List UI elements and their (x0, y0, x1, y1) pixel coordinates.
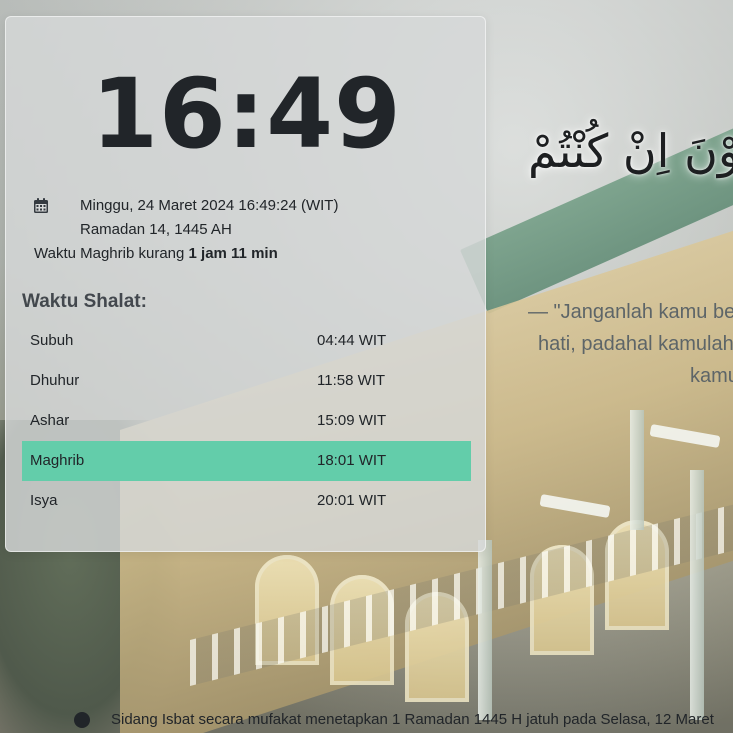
translation-line: hati, padahal kamulah (538, 333, 733, 355)
prayer-row-subuh: Subuh 04:44 WIT (22, 321, 471, 361)
prayer-time: 20:01 WIT (317, 492, 387, 509)
background-pillar (478, 540, 492, 720)
hijri-date: Ramadan 14, 1445 AH (80, 221, 232, 238)
countdown-prefix: Waktu Maghrib kurang (34, 245, 189, 262)
prayer-time: 11:58 WIT (317, 372, 386, 389)
background-pillar (630, 410, 644, 530)
translation-line: kamu (690, 365, 733, 387)
prayer-row-isya: Isya 20:01 WIT (22, 481, 471, 521)
prayer-time: 18:01 WIT (317, 452, 387, 469)
background-pillar (690, 470, 704, 720)
ticker-text: Sidang Isbat secara mufakat menetapkan 1… (111, 711, 714, 728)
prayer-row-ashar: Ashar 15:09 WIT (22, 401, 471, 441)
calendar-icon (34, 198, 48, 213)
prayer-card: 16:49 Minggu, 24 Maret 2024 16:49:24 (WI… (5, 16, 486, 552)
prayer-time: 04:44 WIT (317, 332, 387, 349)
prayer-name: Dhuhur (30, 372, 80, 389)
prayer-name: Maghrib (30, 452, 85, 469)
verse-panel: عْلَوْنَ اِنْ كُنْتُمْ — "Janganlah kamu… (500, 100, 733, 400)
next-prayer-countdown: Waktu Maghrib kurang 1 jam 11 min (34, 244, 278, 264)
prayer-name: Ashar (30, 412, 70, 429)
prayer-name: Isya (30, 492, 58, 509)
gregorian-date: Minggu, 24 Maret 2024 16:49:24 (WIT) (80, 197, 339, 214)
prayer-times-title: Waktu Shalat: (22, 291, 147, 312)
prayer-name: Subuh (30, 332, 74, 349)
translation-line: — "Janganlah kamu be (528, 301, 733, 323)
bullet-icon (74, 712, 90, 728)
clock-display: 16:49 (91, 58, 402, 170)
verse-translation: — "Janganlah kamu be hati, padahal kamul… (528, 296, 733, 392)
prayer-row-dhuhur: Dhuhur 11:58 WIT (22, 361, 471, 401)
prayer-times-table: Subuh 04:44 WIT Dhuhur 11:58 WIT Ashar 1… (22, 321, 471, 521)
arabic-verse: عْلَوْنَ اِنْ كُنْتُمْ (528, 124, 733, 178)
countdown-value: 1 jam 11 min (188, 245, 278, 262)
prayer-row-maghrib: Maghrib 18:01 WIT (22, 441, 471, 481)
prayer-time: 15:09 WIT (317, 412, 387, 429)
news-ticker: Sidang Isbat secara mufakat menetapkan 1… (0, 708, 733, 732)
